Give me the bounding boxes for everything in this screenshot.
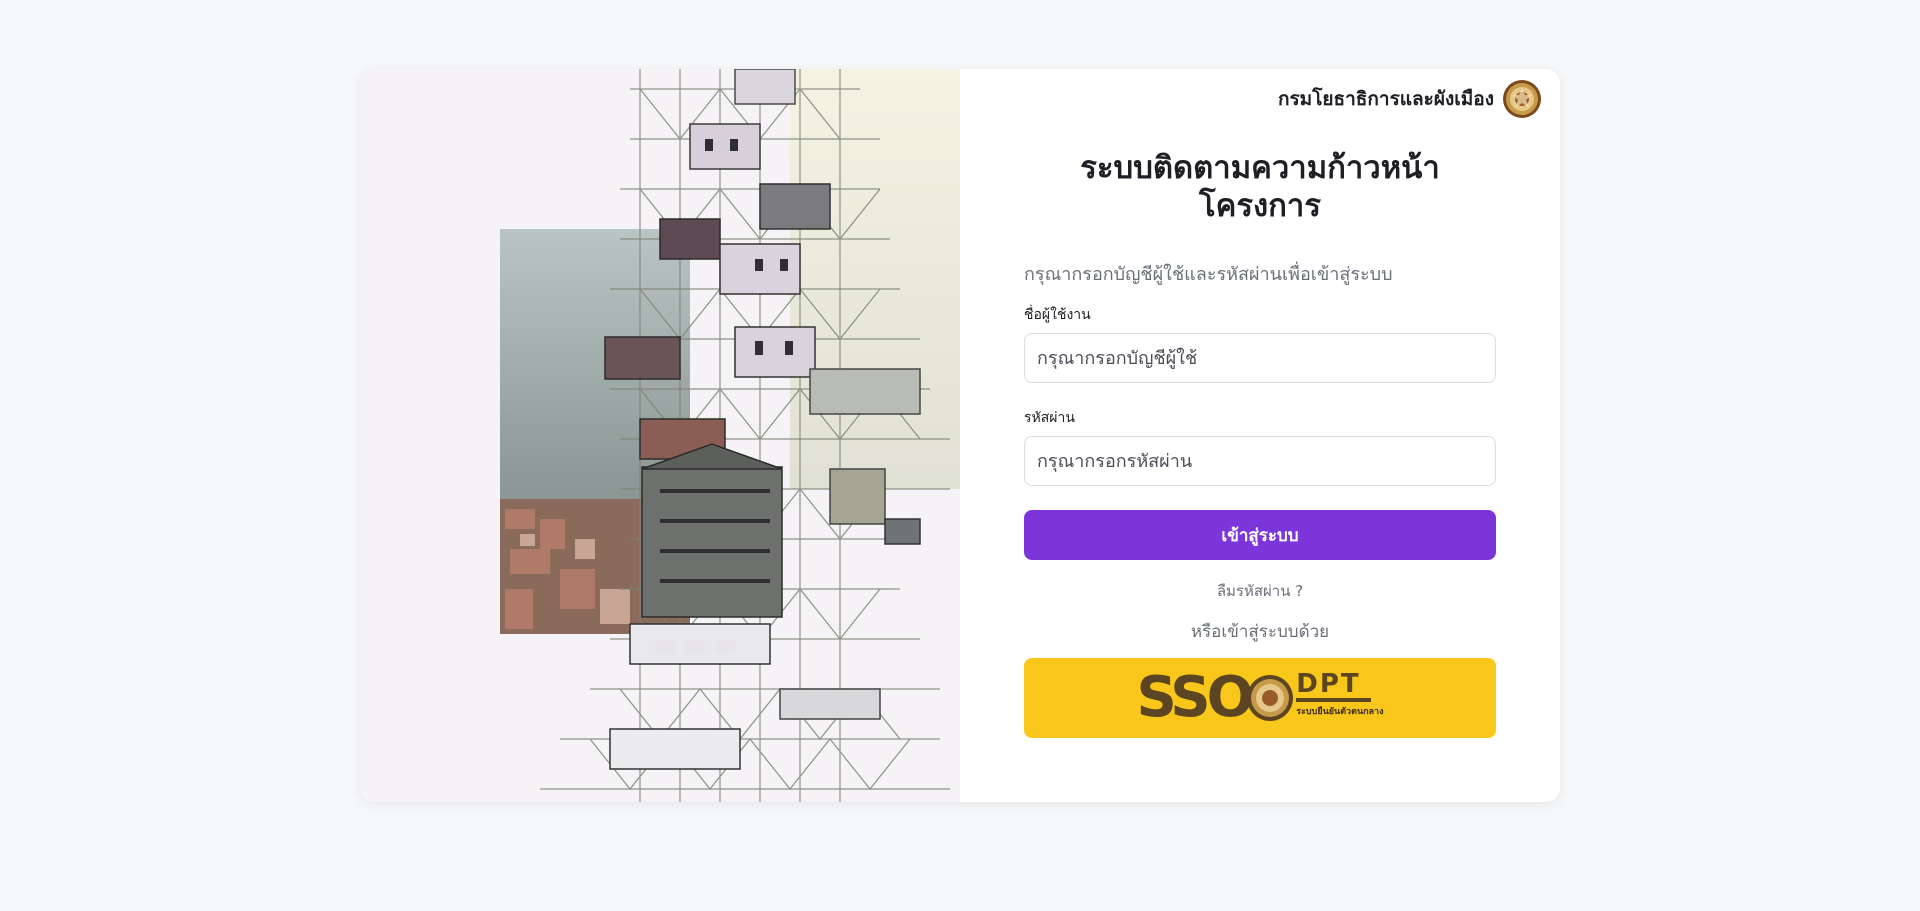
page-title-line1: ระบบติดตามความก้าวหน้า	[1080, 150, 1440, 186]
login-button[interactable]: เข้าสู่ระบบ	[1024, 510, 1496, 560]
dpt-logo-block: DPT ระบบยืนยันตัวตนกลาง	[1296, 670, 1384, 718]
sso-logo-text: SSO	[1136, 665, 1254, 730]
organization-header: กรมโยธาธิการและผังเมือง	[1278, 79, 1542, 119]
dpt-seal-icon	[1503, 80, 1541, 118]
password-label: รหัสผ่าน	[1024, 410, 1075, 426]
login-instructions: กรุณากรอกบัญชีผู้ใช้และรหัสผ่านเพื่อเข้า…	[1024, 264, 1393, 285]
dpt-logo-text: DPT	[1296, 670, 1371, 702]
username-label: ชื่อผู้ใช้งาน	[1024, 307, 1091, 323]
sso-login-button[interactable]: SSO DPT ระบบยืนยันตัวตนกลาง	[1024, 658, 1496, 738]
sso-dpt-logo: SSO DPT ระบบยืนยันตัวตนกลาง	[1136, 670, 1383, 726]
page-title: ระบบติดตามความก้าวหน้า โครงการ	[1024, 149, 1496, 225]
login-panel: กรมโยธาธิการและผังเมือง ระบบติดตามความก้…	[960, 69, 1560, 802]
organization-name: กรมโยธาธิการและผังเมือง	[1277, 88, 1494, 110]
page-title-line2: โครงการ	[1198, 188, 1321, 224]
building-illustration	[360, 69, 960, 802]
password-input[interactable]	[1024, 436, 1496, 486]
sso-caption: ระบบยืนยันตัวตนกลาง	[1296, 707, 1384, 717]
username-input[interactable]	[1024, 333, 1496, 383]
building-illustration-graphic	[360, 69, 960, 802]
login-card: กรมโยธาธิการและผังเมือง ระบบติดตามความก้…	[360, 69, 1560, 802]
forgot-password-link[interactable]: ลืมรหัสผ่าน ?	[1024, 579, 1496, 603]
alternative-login-label: หรือเข้าสู่ระบบด้วย	[1190, 622, 1330, 642]
sso-seal-icon	[1247, 675, 1294, 721]
